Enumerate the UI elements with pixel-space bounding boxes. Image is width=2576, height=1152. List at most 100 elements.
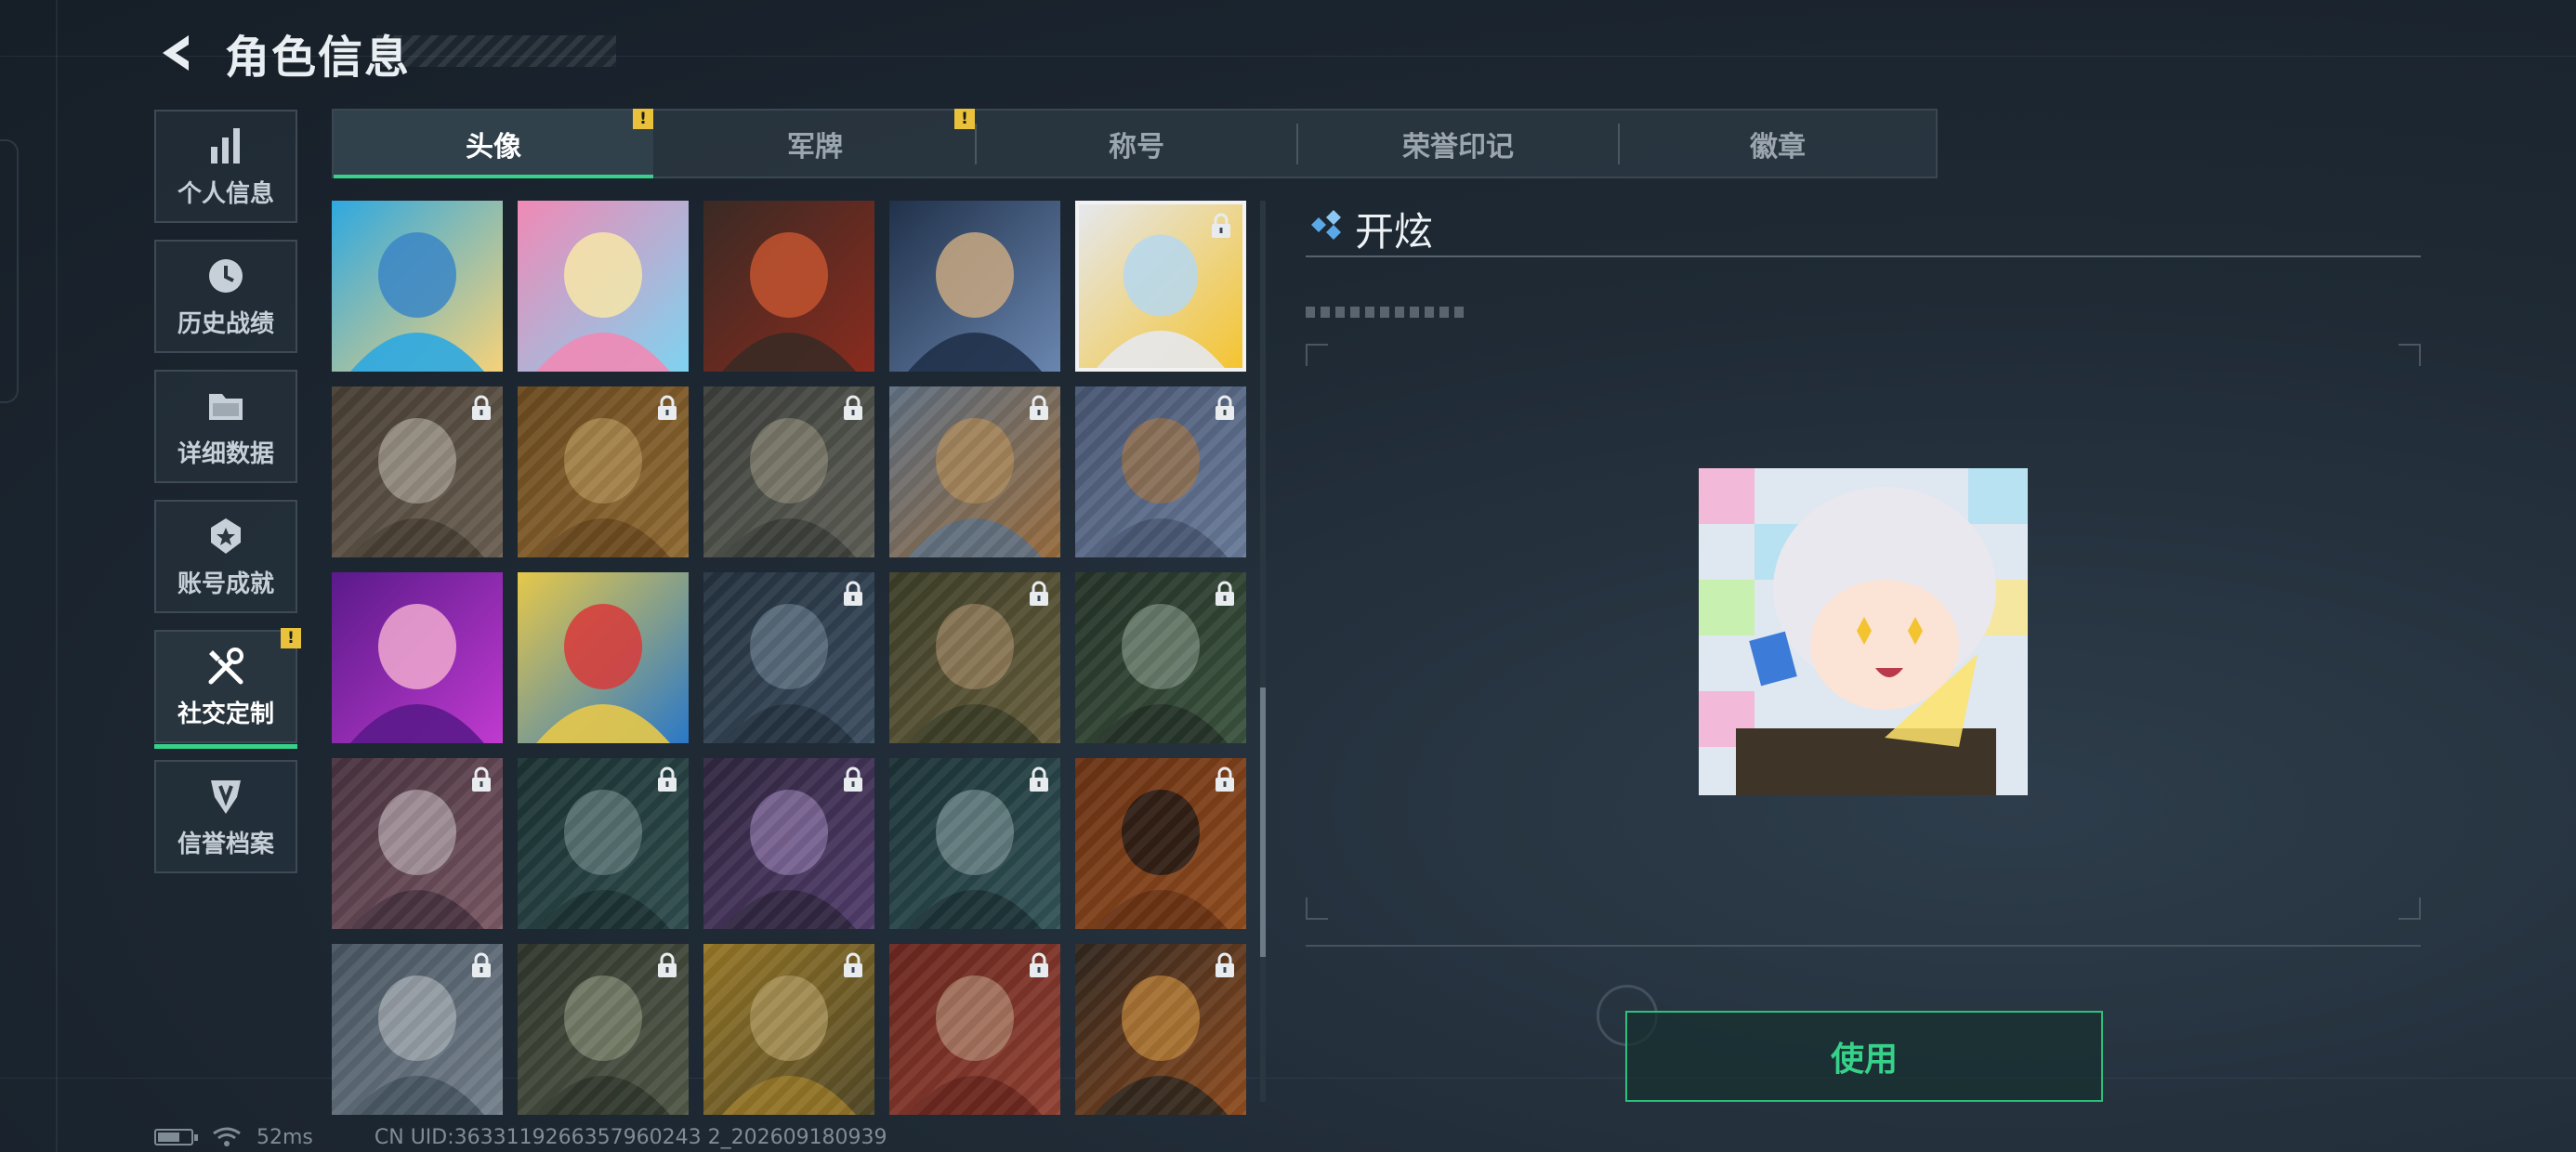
sidebar-item-label: 个人信息 <box>177 179 274 208</box>
scrollbar-track[interactable] <box>1260 201 1266 1102</box>
armored-soldier-avatar <box>703 201 874 372</box>
avatar-cell[interactable] <box>889 386 1060 557</box>
detective-camera-avatar <box>889 201 1060 372</box>
tab-label: 称号 <box>1109 130 1164 164</box>
sidebar-item-label: 信誉档案 <box>177 830 274 858</box>
sidebar-item-label: 历史战绩 <box>177 309 274 338</box>
avatar-cell[interactable] <box>703 572 874 743</box>
lock-icon <box>844 581 862 606</box>
red-octopus-wave-avatar <box>518 572 689 743</box>
avatar-cell[interactable] <box>703 758 874 929</box>
avatar-cell[interactable] <box>889 201 1060 372</box>
avatar-cell[interactable] <box>332 758 503 929</box>
lock-icon <box>658 952 677 977</box>
notification-badge: ! <box>633 109 653 129</box>
avatar-cell[interactable] <box>703 944 874 1115</box>
uid-text: CN UID:3633119266357960243 2_20260918093… <box>374 1125 887 1149</box>
sidebar-item-profile[interactable]: 个人信息 <box>154 110 297 223</box>
sidebar-item-details[interactable]: 详细数据 <box>154 370 297 483</box>
avatar-cell[interactable] <box>703 386 874 557</box>
avatar-cell[interactable] <box>1075 386 1246 557</box>
folder-icon <box>209 393 243 420</box>
lock-icon <box>1216 581 1234 606</box>
lock-icon <box>658 395 677 420</box>
tab-title[interactable]: 称号 <box>977 111 1296 177</box>
avatar-cell[interactable] <box>1075 944 1246 1115</box>
tools-icon <box>208 647 243 684</box>
sidebar-item-social-custom[interactable]: 社交定制 ! <box>154 628 301 749</box>
lock-icon <box>844 395 862 420</box>
achievement-star-icon <box>211 517 241 554</box>
avatar-cell[interactable] <box>332 386 503 557</box>
category-tabs: 头像 ! 军牌 ! 称号 荣誉印记 徽章 <box>332 109 1938 178</box>
use-button[interactable]: 使用 <box>1625 1011 2103 1102</box>
hud-line <box>56 0 58 1152</box>
avatar-cell[interactable] <box>703 201 874 372</box>
title-decoration <box>376 35 616 67</box>
lock-icon <box>1216 395 1234 420</box>
frame-corner <box>1306 897 1328 920</box>
tab-label: 荣誉印记 <box>1402 130 1514 164</box>
sidebar-item-credit[interactable]: 信誉档案 <box>154 760 297 873</box>
avatar-cell[interactable] <box>518 201 689 372</box>
purple-goggles-woman-avatar <box>332 572 503 743</box>
avatar-cell[interactable] <box>889 758 1060 929</box>
avatar-cell[interactable] <box>518 386 689 557</box>
frame-corner <box>2399 344 2421 366</box>
lock-icon <box>844 952 862 977</box>
scrollbar-thumb[interactable] <box>1260 687 1266 957</box>
lock-icon <box>658 766 677 792</box>
sidebar-item-label: 社交定制 <box>177 700 274 728</box>
divider <box>1306 255 2421 257</box>
left-edge-handle <box>0 139 19 403</box>
avatar-cell[interactable] <box>889 572 1060 743</box>
avatar-cell[interactable] <box>1075 201 1246 372</box>
sidebar-item-achievements[interactable]: 账号成就 <box>154 500 297 613</box>
obscured-meta-text <box>1306 307 1468 318</box>
notification-badge: ! <box>281 628 301 648</box>
lock-icon <box>1216 952 1234 977</box>
avatar-cell[interactable] <box>332 944 503 1115</box>
avatar-cell[interactable] <box>518 758 689 929</box>
frame-corner <box>2399 897 2421 920</box>
credit-shield-icon <box>211 779 241 814</box>
tab-honor-mark[interactable]: 荣誉印记 <box>1298 111 1618 177</box>
sidebar-item-label: 账号成就 <box>177 569 274 598</box>
kaixuan-chibi-avatar <box>1699 468 2028 795</box>
lock-icon <box>844 766 862 792</box>
lock-icon <box>1212 213 1230 238</box>
tab-avatar[interactable]: 头像 ! <box>334 109 653 178</box>
avatar-cell[interactable] <box>889 944 1060 1115</box>
flamingo-float-kid-avatar <box>518 201 689 372</box>
lock-icon <box>1030 952 1048 977</box>
avatar-cell[interactable] <box>518 572 689 743</box>
lock-icon <box>1030 395 1048 420</box>
tab-dogtag[interactable]: 军牌 ! <box>655 109 975 177</box>
diamond-cluster-icon <box>1311 210 1341 240</box>
back-arrow-icon[interactable] <box>153 30 200 76</box>
avatar-cell[interactable] <box>332 201 503 372</box>
frame-corner <box>1306 344 1328 366</box>
lock-icon <box>472 952 491 977</box>
notification-badge: ! <box>954 109 975 129</box>
bar-chart-icon <box>211 127 240 164</box>
avatar-cell[interactable] <box>1075 758 1246 929</box>
avatar-preview <box>1699 468 2028 795</box>
battery-icon <box>154 1129 198 1145</box>
avatar-grid <box>332 201 1246 1115</box>
lock-icon <box>1030 581 1048 606</box>
tab-label: 徽章 <box>1750 130 1806 164</box>
avatar-cell[interactable] <box>518 944 689 1115</box>
history-clock-icon <box>209 258 243 293</box>
lock-icon <box>1030 766 1048 792</box>
wifi-icon <box>213 1127 241 1146</box>
lock-icon <box>472 766 491 792</box>
divider <box>1306 945 2421 947</box>
avatar-name: 开炫 <box>1355 209 1434 255</box>
avatar-cell[interactable] <box>332 572 503 743</box>
avatar-cell[interactable] <box>1075 572 1246 743</box>
sidebar-item-history[interactable]: 历史战绩 <box>154 240 297 353</box>
tab-badge[interactable]: 徽章 <box>1620 111 1936 177</box>
tab-label: 军牌 <box>787 130 843 164</box>
lock-icon <box>472 395 491 420</box>
